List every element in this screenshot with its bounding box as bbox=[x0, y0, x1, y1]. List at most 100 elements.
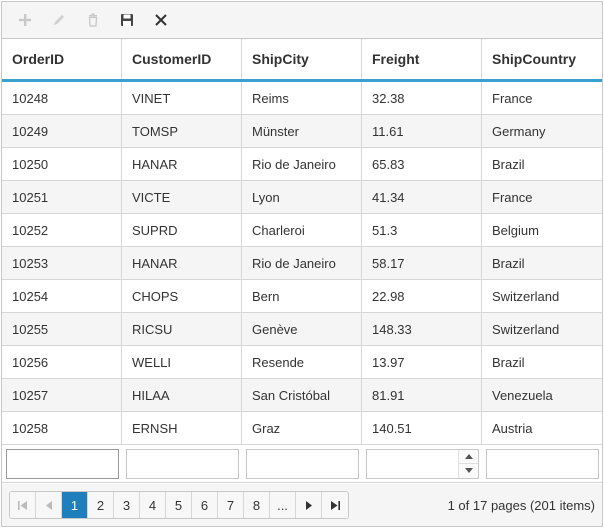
cell-freight: 41.34 bbox=[362, 181, 482, 213]
page-button-3[interactable]: 3 bbox=[114, 492, 140, 518]
edit-cell-orderid bbox=[5, 448, 125, 479]
grid-body: 10248 VINET Reims 32.38 France 10249 TOM… bbox=[2, 82, 602, 445]
shipcity-input[interactable] bbox=[246, 448, 359, 479]
delete-button[interactable] bbox=[76, 3, 110, 37]
cell-shipcity: San Cristóbal bbox=[242, 379, 362, 411]
column-header-orderid[interactable]: OrderID bbox=[2, 39, 122, 79]
table-row[interactable]: 10253 HANAR Rio de Janeiro 58.17 Brazil bbox=[2, 247, 602, 280]
first-page-button[interactable] bbox=[10, 492, 36, 518]
cell-shipcountry: Brazil bbox=[492, 156, 525, 172]
spin-down-button[interactable] bbox=[459, 464, 478, 478]
page-button-5[interactable]: 5 bbox=[166, 492, 192, 518]
column-header-freight[interactable]: Freight bbox=[362, 39, 482, 79]
table-row[interactable]: 10257 HILAA San Cristóbal 81.91 Venezuel… bbox=[2, 379, 602, 412]
pencil-icon bbox=[54, 15, 64, 25]
cell-orderid: 10253 bbox=[2, 247, 122, 279]
cell-freight: 140.51 bbox=[362, 412, 482, 444]
cell-shipcity: Graz bbox=[242, 412, 362, 444]
cell-shipcity: Rio de Janeiro bbox=[242, 247, 362, 279]
cell-shipcountry: Brazil bbox=[492, 255, 525, 271]
cell-shipcountry: France bbox=[492, 90, 533, 106]
column-header-customerid[interactable]: CustomerID bbox=[122, 39, 242, 79]
shipcountry-input[interactable] bbox=[486, 448, 599, 479]
cell-freight: 32.38 bbox=[362, 82, 482, 114]
cell-customerid: SUPRD bbox=[122, 214, 242, 246]
cell-freight: 81.91 bbox=[362, 379, 482, 411]
page-button-7[interactable]: 7 bbox=[218, 492, 244, 518]
page-button-1[interactable]: 1 bbox=[62, 492, 88, 518]
save-button[interactable] bbox=[110, 3, 144, 37]
table-row[interactable]: 10250 HANAR Rio de Janeiro 65.83 Brazil bbox=[2, 148, 602, 181]
cell-customerid: VINET bbox=[122, 82, 242, 114]
cell-shipcountry: Switzerland bbox=[492, 321, 560, 337]
column-header-shipcountry[interactable]: ShipCountry bbox=[482, 39, 602, 79]
page-button-8[interactable]: 8 bbox=[244, 492, 270, 518]
cell-orderid: 10251 bbox=[2, 181, 122, 213]
cancel-button[interactable] bbox=[144, 3, 178, 37]
grid-header: OrderID CustomerID ShipCity Freight Ship… bbox=[2, 39, 602, 82]
cell-shipcity: Rio de Janeiro bbox=[242, 148, 362, 180]
cell-orderid: 10256 bbox=[2, 346, 122, 378]
table-row[interactable]: 10254 CHOPS Bern 22.98 Switzerland bbox=[2, 280, 602, 313]
last-page-button[interactable] bbox=[322, 492, 348, 518]
add-button[interactable] bbox=[8, 3, 42, 37]
caret-up-icon bbox=[464, 453, 473, 459]
table-row[interactable]: 10249 TOMSP Münster 11.61 Germany bbox=[2, 115, 602, 148]
cell-shipcity: Charleroi bbox=[242, 214, 362, 246]
cell-customerid: HILAA bbox=[122, 379, 242, 411]
cell-freight: 51.3 bbox=[362, 214, 482, 246]
more-pages-button[interactable]: ... bbox=[270, 492, 296, 518]
table-row[interactable]: 10248 VINET Reims 32.38 France bbox=[2, 82, 602, 115]
cell-customerid: TOMSP bbox=[122, 115, 242, 147]
cell-orderid: 10252 bbox=[2, 214, 122, 246]
cell-customerid: RICSU bbox=[122, 313, 242, 345]
customerid-input[interactable] bbox=[126, 448, 239, 479]
cell-shipcity: Lyon bbox=[242, 181, 362, 213]
data-grid: OrderID CustomerID ShipCity Freight Ship… bbox=[1, 1, 603, 527]
edit-cell-shipcity bbox=[245, 448, 365, 479]
cell-customerid: HANAR bbox=[122, 148, 242, 180]
pager-info: 1 of 17 pages (201 items) bbox=[447, 497, 595, 513]
cell-freight: 11.61 bbox=[362, 115, 482, 147]
cell-customerid: VICTE bbox=[122, 181, 242, 213]
page-button-4[interactable]: 4 bbox=[140, 492, 166, 518]
orderid-input[interactable] bbox=[6, 448, 119, 479]
prev-page-button[interactable] bbox=[36, 492, 62, 518]
edit-cell-freight bbox=[365, 448, 485, 479]
table-row[interactable]: 10251 VICTE Lyon 41.34 France bbox=[2, 181, 602, 214]
edit-cell-shipcountry bbox=[485, 448, 602, 479]
last-page-icon bbox=[330, 500, 340, 510]
first-page-icon bbox=[18, 500, 27, 510]
table-row[interactable]: 10255 RICSU Genève 148.33 Switzerland bbox=[2, 313, 602, 346]
trash-icon bbox=[88, 13, 98, 27]
freight-spinner bbox=[458, 449, 478, 478]
next-page-icon bbox=[305, 500, 312, 510]
caret-down-icon bbox=[464, 468, 473, 473]
next-page-button[interactable] bbox=[296, 492, 322, 518]
cell-freight: 13.97 bbox=[362, 346, 482, 378]
cell-customerid: HANAR bbox=[122, 247, 242, 279]
cell-shipcity: Genève bbox=[242, 313, 362, 345]
page-button-6[interactable]: 6 bbox=[192, 492, 218, 518]
cell-orderid: 10254 bbox=[2, 280, 122, 312]
table-row[interactable]: 10256 WELLI Resende 13.97 Brazil bbox=[2, 346, 602, 379]
plus-icon bbox=[19, 14, 31, 26]
page-button-2[interactable]: 2 bbox=[88, 492, 114, 518]
spin-up-button[interactable] bbox=[459, 450, 478, 464]
cell-orderid: 10255 bbox=[2, 313, 122, 345]
table-row[interactable]: 10252 SUPRD Charleroi 51.3 Belgium bbox=[2, 214, 602, 247]
edit-button[interactable] bbox=[42, 3, 76, 37]
cell-customerid: CHOPS bbox=[122, 280, 242, 312]
cell-shipcity: Bern bbox=[242, 280, 362, 312]
cell-freight: 58.17 bbox=[362, 247, 482, 279]
cell-shipcountry: France bbox=[492, 189, 533, 205]
add-row-form bbox=[2, 445, 602, 483]
pager-buttons: 1 2 3 4 5 6 7 8 ... bbox=[9, 491, 349, 519]
cell-orderid: 10257 bbox=[2, 379, 122, 411]
table-row[interactable]: 10258 ERNSH Graz 140.51 Austria bbox=[2, 412, 602, 445]
cell-orderid: 10250 bbox=[2, 148, 122, 180]
cell-shipcountry: Brazil bbox=[492, 354, 525, 370]
cell-orderid: 10258 bbox=[2, 412, 122, 444]
column-header-shipcity[interactable]: ShipCity bbox=[242, 39, 362, 79]
cell-freight: 22.98 bbox=[362, 280, 482, 312]
